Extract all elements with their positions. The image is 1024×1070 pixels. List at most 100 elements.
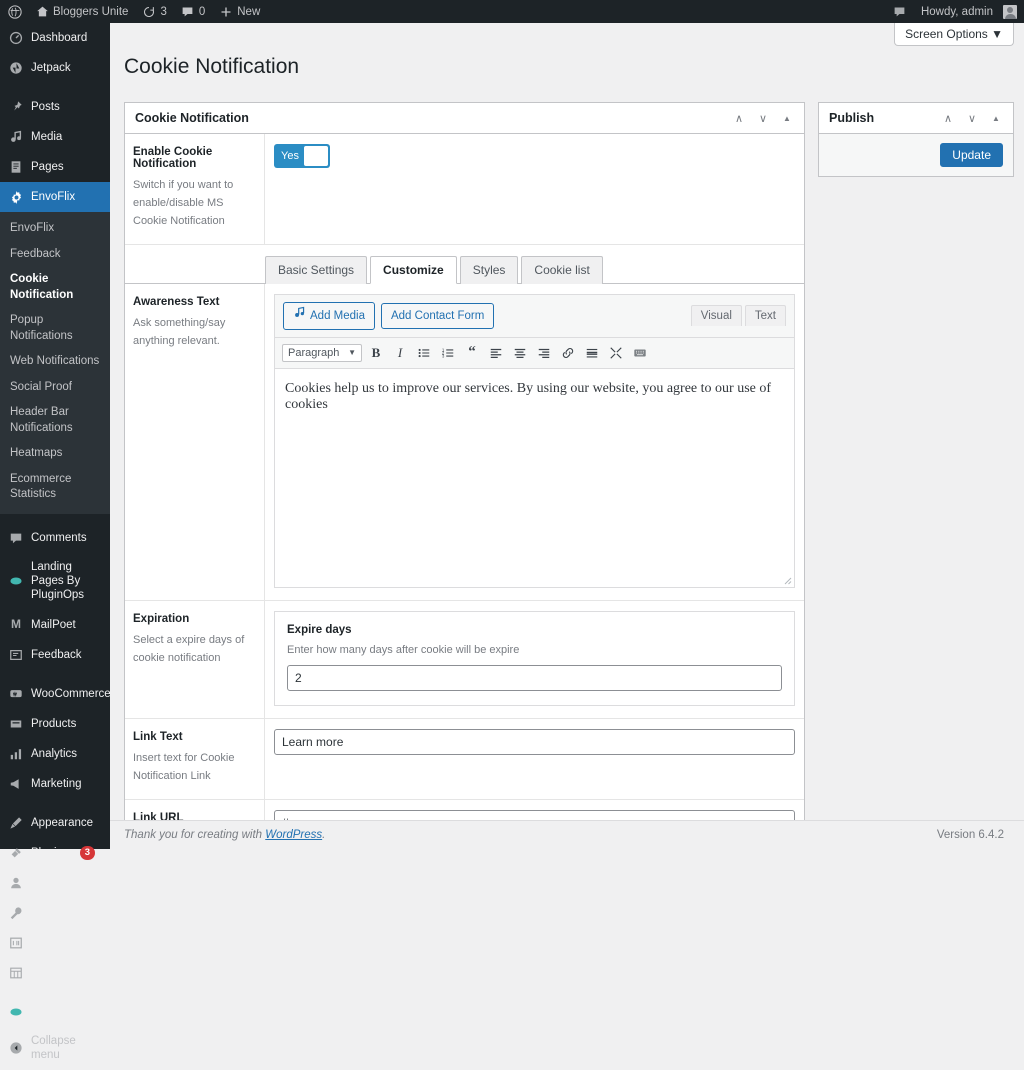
- sidebar-item-media[interactable]: Media: [0, 122, 110, 152]
- move-down-icon[interactable]: ∨: [965, 111, 979, 125]
- sidebar-item-label: PluginOps: [31, 1005, 84, 1019]
- sidebar-item-mailpoet[interactable]: M MailPoet: [0, 610, 110, 640]
- sidebar-item-pluginops[interactable]: PluginOps: [0, 997, 110, 1027]
- sidebar-item-analytics[interactable]: Analytics: [0, 739, 110, 769]
- wordpress-link[interactable]: WordPress: [265, 829, 322, 841]
- move-down-icon[interactable]: ∨: [756, 111, 770, 125]
- sidebar-subitem-envoflix[interactable]: EnvoFlix: [0, 216, 110, 242]
- bulleted-list-icon[interactable]: [414, 343, 434, 363]
- insert-link-icon[interactable]: [558, 343, 578, 363]
- sidebar-item-feedback[interactable]: Feedback: [0, 640, 110, 670]
- move-up-icon[interactable]: ∧: [732, 111, 746, 125]
- sidebar-item-settings[interactable]: Settings: [0, 928, 110, 958]
- new-content-menu[interactable]: New: [212, 0, 267, 23]
- paintbrush-icon: [8, 815, 24, 831]
- link-text-row-label: Link Text Insert text for Cookie Notific…: [125, 719, 265, 799]
- move-up-icon[interactable]: ∧: [941, 111, 955, 125]
- tab-customize[interactable]: Customize: [370, 256, 457, 284]
- toggle-panel-icon[interactable]: ▲: [780, 111, 794, 125]
- enable-row-label: Enable Cookie Notification Switch if you…: [125, 134, 265, 244]
- numbered-list-icon[interactable]: 123: [438, 343, 458, 363]
- wrench-icon: [8, 905, 24, 921]
- tab-cookie-list[interactable]: Cookie list: [521, 256, 602, 284]
- add-contact-form-button[interactable]: Add Contact Form: [381, 303, 494, 329]
- sidebar-subitem-social-proof[interactable]: Social Proof: [0, 375, 110, 401]
- editor-resize-handle[interactable]: [782, 575, 792, 585]
- updates-menu[interactable]: 3: [135, 0, 173, 23]
- tab-visual-editor[interactable]: Visual: [691, 305, 742, 326]
- sidebar-item-products[interactable]: Products: [0, 709, 110, 739]
- read-more-icon[interactable]: [582, 343, 602, 363]
- sidebar-subitem-feedback[interactable]: Feedback: [0, 242, 110, 268]
- awareness-row-label: Awareness Text Ask something/say anythin…: [125, 284, 265, 599]
- sidebar-subitem-header-bar-notifications[interactable]: Header Bar Notifications: [0, 400, 110, 441]
- sidebar-item-landing-pages[interactable]: Landing Pages By PluginOps: [0, 553, 110, 610]
- sidebar-item-posts[interactable]: Posts: [0, 92, 110, 122]
- sidebar-item-woocommerce[interactable]: WooCommerce: [0, 679, 110, 709]
- keyboard-shortcuts-icon[interactable]: [630, 343, 650, 363]
- expire-days-title: Expire days: [287, 624, 782, 636]
- add-contact-form-label: Add Contact Form: [391, 307, 484, 325]
- sidebar-item-envoflix[interactable]: EnvoFlix: [0, 182, 110, 212]
- align-right-icon[interactable]: [534, 343, 554, 363]
- sidebar-subitem-heatmaps[interactable]: Heatmaps: [0, 441, 110, 467]
- footer-thanks-pre: Thank you for creating with: [124, 829, 265, 841]
- sidebar-item-label: EnvoFlix: [31, 190, 75, 204]
- megaphone-icon: [8, 776, 24, 792]
- tab-basic-settings[interactable]: Basic Settings: [265, 256, 367, 284]
- sidebar-subitem-ecommerce-statistics[interactable]: Ecommerce Statistics: [0, 467, 110, 508]
- expire-days-input[interactable]: [287, 665, 782, 691]
- sidebar-item-users[interactable]: Users: [0, 868, 110, 898]
- publish-handle-actions: ∧ ∨ ▲: [941, 111, 1003, 125]
- sidebar-item-label: Marketing: [31, 777, 82, 791]
- collapse-menu-button[interactable]: Collapse menu: [0, 1027, 110, 1070]
- awareness-label: Awareness Text: [133, 296, 254, 308]
- align-left-icon[interactable]: [486, 343, 506, 363]
- sidebar-item-appearance[interactable]: Appearance: [0, 808, 110, 838]
- fullscreen-icon[interactable]: [606, 343, 626, 363]
- sidebar-item-plugins[interactable]: Plugins 3: [0, 838, 110, 868]
- sidebar-item-acf[interactable]: ACF: [0, 958, 110, 988]
- sidebar-subitem-cookie-notification[interactable]: Cookie Notification: [0, 267, 110, 308]
- adminbar-notice-icon-wrap[interactable]: [886, 0, 914, 23]
- bold-icon[interactable]: B: [366, 343, 386, 363]
- expiration-description: Select a expire days of cookie notificat…: [133, 634, 244, 664]
- sidebar-item-marketing[interactable]: Marketing: [0, 769, 110, 799]
- wordpress-logo-menu[interactable]: [0, 0, 28, 23]
- editor-content-area[interactable]: Cookies help us to improve our services.…: [275, 369, 794, 587]
- link-text-input[interactable]: [274, 729, 795, 755]
- pluginops-icon: [8, 1004, 24, 1020]
- sidebar-item-jetpack[interactable]: Jetpack: [0, 53, 110, 83]
- content-columns: Cookie Notification ∧ ∨ ▲ Enable Cookie …: [110, 102, 1024, 849]
- italic-icon[interactable]: I: [390, 343, 410, 363]
- sidebar-item-pages[interactable]: Pages: [0, 152, 110, 182]
- sidebar-subitem-popup-notifications[interactable]: Popup Notifications: [0, 308, 110, 349]
- update-button[interactable]: Update: [940, 143, 1003, 167]
- screen-options-button[interactable]: Screen Options ▼: [894, 23, 1014, 46]
- awareness-row-field: Add Media Add Contact Form Visual Text: [265, 284, 804, 599]
- paragraph-format-select[interactable]: Paragraph ▼: [282, 344, 362, 362]
- site-name-menu[interactable]: Bloggers Unite: [28, 0, 135, 23]
- user-icon: [8, 875, 24, 891]
- sidebar-separator: [0, 799, 110, 808]
- sidebar-item-comments[interactable]: Comments: [0, 523, 110, 553]
- publish-metabox: Publish ∧ ∨ ▲ Update: [818, 102, 1014, 177]
- toggle-value-label: Yes: [276, 150, 304, 162]
- comments-menu[interactable]: 0: [174, 0, 212, 23]
- toggle-panel-icon[interactable]: ▲: [989, 111, 1003, 125]
- enable-cookie-notification-toggle[interactable]: Yes: [274, 144, 330, 168]
- add-media-button[interactable]: Add Media: [283, 302, 375, 329]
- my-account-menu[interactable]: Howdy, admin: [914, 0, 1024, 23]
- tab-styles[interactable]: Styles: [460, 256, 519, 284]
- align-center-icon[interactable]: [510, 343, 530, 363]
- sidebar-item-tools[interactable]: Tools: [0, 898, 110, 928]
- analytics-icon: [8, 746, 24, 762]
- tab-text-editor[interactable]: Text: [745, 305, 786, 326]
- sidebar-subitem-web-notifications[interactable]: Web Notifications: [0, 349, 110, 375]
- gear-icon: [8, 189, 24, 205]
- sidebar-item-dashboard[interactable]: Dashboard: [0, 23, 110, 53]
- sidebar-item-label: Users: [31, 876, 61, 890]
- blockquote-icon[interactable]: “: [462, 343, 482, 363]
- link-text-label: Link Text: [133, 731, 254, 743]
- plugin-icon: [8, 845, 24, 861]
